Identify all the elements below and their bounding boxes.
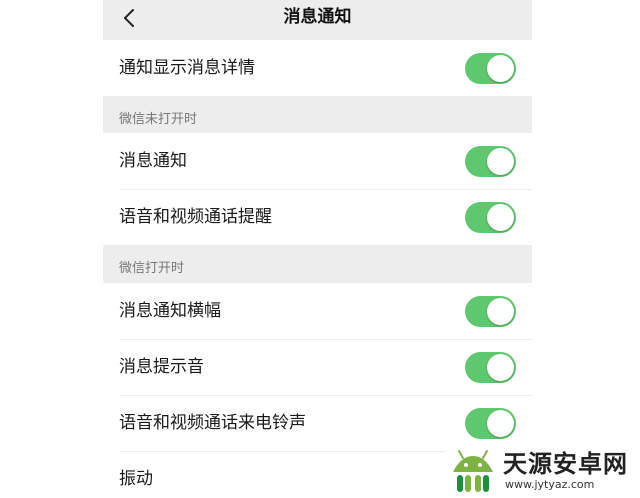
setting-label: 消息提示音 xyxy=(119,357,204,377)
setting-label: 消息通知 xyxy=(119,151,187,171)
section-header-open: 微信打开时 xyxy=(119,261,185,276)
settings-screen: 消息通知 通知显示消息详情 微信未打开时 消息通知 语音和视频通话提醒 微信打开… xyxy=(103,0,532,498)
android-logo-icon xyxy=(453,450,493,492)
top-settings-group: 通知显示消息详情 xyxy=(103,40,532,96)
page-title: 消息通知 xyxy=(283,7,352,27)
setting-label: 振动 xyxy=(119,469,153,489)
show-details-toggle[interactable] xyxy=(465,53,516,84)
call-reminder-toggle[interactable] xyxy=(465,202,516,233)
setting-row-notification-banner[interactable]: 消息通知横幅 xyxy=(103,283,532,339)
toggle-knob xyxy=(487,298,514,325)
nav-bar: 消息通知 xyxy=(103,0,532,38)
watermark: 天源安卓网 www.jytyaz.com xyxy=(445,444,640,498)
toggle-knob xyxy=(487,148,514,175)
call-ringtone-toggle[interactable] xyxy=(465,408,516,439)
setting-row-show-message-details[interactable]: 通知显示消息详情 xyxy=(103,40,532,96)
not-open-settings-group: 消息通知 语音和视频通话提醒 xyxy=(103,133,532,245)
toggle-knob xyxy=(487,410,514,437)
setting-label: 语音和视频通话提醒 xyxy=(119,207,272,227)
setting-label: 通知显示消息详情 xyxy=(119,58,255,78)
setting-label: 语音和视频通话来电铃声 xyxy=(119,413,306,433)
toggle-knob xyxy=(487,354,514,381)
toggle-knob xyxy=(487,204,514,231)
notification-banner-toggle[interactable] xyxy=(465,296,516,327)
toggle-knob xyxy=(487,55,514,82)
alert-sound-toggle[interactable] xyxy=(465,352,516,383)
message-notification-toggle[interactable] xyxy=(465,146,516,177)
setting-row-call-ringtone[interactable]: 语音和视频通话来电铃声 xyxy=(103,395,532,451)
watermark-url: www.jytyaz.com xyxy=(505,478,595,491)
setting-row-message-notification[interactable]: 消息通知 xyxy=(103,133,532,189)
watermark-name: 天源安卓网 xyxy=(503,450,628,478)
section-header-not-open: 微信未打开时 xyxy=(119,112,198,127)
setting-row-call-reminder[interactable]: 语音和视频通话提醒 xyxy=(103,189,532,245)
setting-row-alert-sound[interactable]: 消息提示音 xyxy=(103,339,532,395)
setting-label: 消息通知横幅 xyxy=(119,301,221,321)
